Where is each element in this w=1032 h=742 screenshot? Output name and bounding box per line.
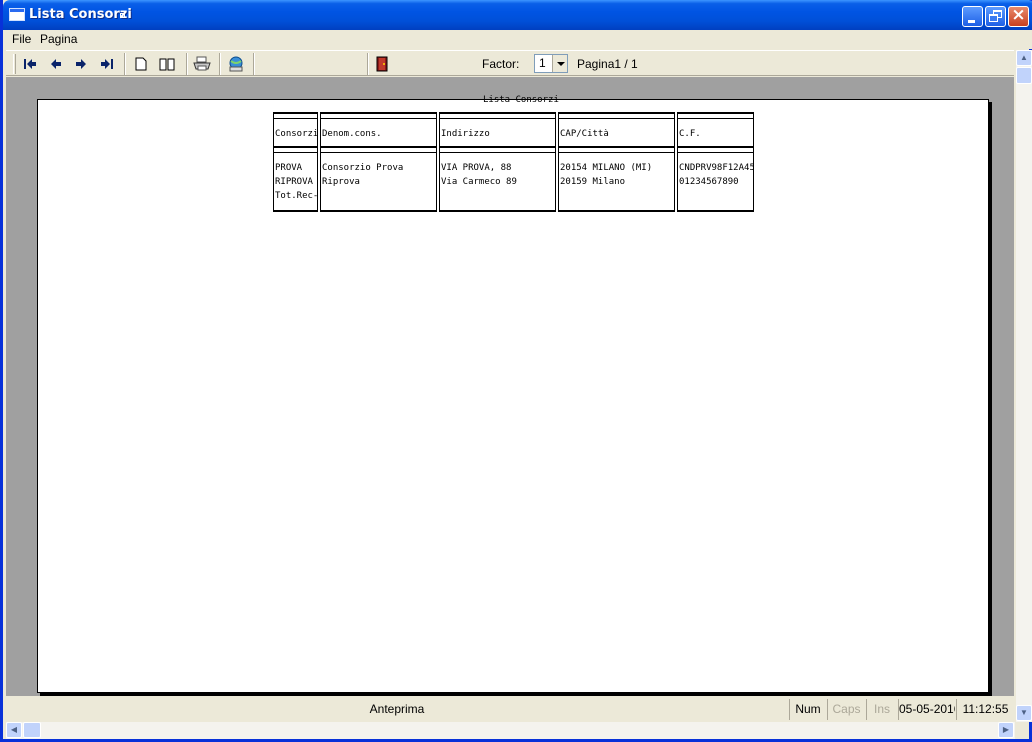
table-cell: CNDPRV98F12A456X	[679, 163, 754, 173]
status-time: 11:12:55	[956, 699, 1014, 720]
scroll-up-button[interactable]: ▲	[1016, 50, 1032, 66]
printer-icon	[193, 56, 211, 71]
minimize-icon	[968, 20, 975, 23]
table-cell: 20154 MILANO (MI)	[560, 163, 653, 173]
restore-button[interactable]	[985, 6, 1006, 27]
scroll-left-button[interactable]: ◀	[6, 722, 22, 738]
previous-page-button[interactable]	[45, 54, 67, 74]
globe-export-icon	[229, 56, 243, 72]
status-ins: Ins	[866, 699, 897, 720]
menu-pagina[interactable]: Pagina	[40, 32, 77, 46]
toolbar-separator	[219, 53, 221, 75]
toolbar-separator	[186, 53, 188, 75]
table-cell: 01234567890	[679, 177, 739, 187]
menu-file[interactable]: File	[12, 32, 31, 46]
scroll-right-button[interactable]: ▶	[998, 722, 1014, 738]
title-marker-icon	[120, 13, 125, 18]
close-icon: ×	[1011, 5, 1026, 25]
application-window: Lista Consorzi × File Pagina Factor: 1 P…	[0, 0, 1032, 742]
table-cell: Riprova	[322, 177, 360, 187]
status-mode: Anteprima	[369, 702, 425, 716]
page-indicator: Pagina1 / 1	[577, 57, 638, 71]
export-button[interactable]	[225, 54, 247, 74]
vertical-scrollbar[interactable]: ▲ ▼	[1015, 50, 1032, 722]
toolbar-separator	[367, 53, 369, 75]
menu-bar: File Pagina	[6, 30, 1032, 49]
preview-area[interactable]: Lista Consorzi Consorzio PROVA RIPROVA T…	[6, 77, 1014, 696]
report-column: CAP/Città 20154 MILANO (MI) 20159 Milano	[558, 112, 675, 212]
close-button[interactable]: ×	[1008, 5, 1029, 27]
report-column: Denom.cons. Consorzio Prova Riprova	[320, 112, 437, 212]
last-page-button[interactable]	[96, 54, 118, 74]
report-column: Indirizzo VIA PROVA, 88 Via Carmeco 89	[439, 112, 556, 212]
two-pages-button[interactable]	[156, 54, 178, 74]
report-title: Lista Consorzi	[483, 95, 559, 105]
horizontal-scroll-thumb[interactable]	[23, 722, 41, 738]
table-cell: Consorzio Prova	[322, 163, 404, 173]
table-cell: Tot.Rec- 2	[275, 191, 318, 201]
column-header: CAP/Città	[560, 129, 609, 139]
first-page-icon	[24, 59, 36, 69]
column-header: Denom.cons.	[322, 129, 382, 139]
status-num: Num	[789, 699, 826, 720]
toolbar-grip[interactable]	[13, 54, 16, 74]
chevron-down-icon[interactable]	[552, 55, 567, 72]
exit-door-icon	[376, 56, 388, 72]
horizontal-scrollbar[interactable]: ◀ ▶	[6, 722, 1015, 739]
factor-select[interactable]: 1	[534, 54, 568, 73]
print-button[interactable]	[191, 54, 213, 74]
exit-button[interactable]	[371, 54, 393, 74]
page-icon	[135, 57, 147, 71]
scroll-thumb[interactable]	[1016, 67, 1032, 84]
status-caps: Caps	[827, 699, 865, 720]
toolbar: Factor: 1 Pagina1 / 1	[6, 50, 1014, 76]
status-bar: Anteprima Num Caps Ins 05-05-2016 11:12:…	[6, 697, 1014, 721]
column-header: C.F.	[679, 129, 701, 139]
arrow-right-icon	[76, 59, 86, 69]
scroll-down-button[interactable]: ▼	[1016, 705, 1032, 721]
title-bar[interactable]: Lista Consorzi ×	[3, 0, 1032, 30]
table-cell: RIPROVA	[275, 177, 313, 187]
single-page-button[interactable]	[130, 54, 152, 74]
last-page-icon	[101, 59, 113, 69]
factor-label: Factor:	[482, 57, 520, 71]
table-cell: 20159 Milano	[560, 177, 626, 187]
report-column: C.F. CNDPRV98F12A456X 01234567890	[677, 112, 754, 212]
first-page-button[interactable]	[19, 54, 41, 74]
table-cell: PROVA	[275, 163, 303, 173]
window-icon	[10, 9, 24, 20]
table-cell: Via Carmeco 89	[441, 177, 517, 187]
next-page-button[interactable]	[70, 54, 92, 74]
arrow-left-icon	[51, 59, 61, 69]
toolbar-separator	[124, 53, 126, 75]
report-column: Consorzio PROVA RIPROVA Tot.Rec- 2	[273, 112, 318, 212]
open-book-icon	[159, 58, 175, 70]
restore-icon-front	[989, 14, 998, 22]
toolbar-separator	[253, 53, 255, 75]
table-cell: VIA PROVA, 88	[441, 163, 512, 173]
column-header: Consorzio	[275, 129, 318, 139]
report-page: Lista Consorzi Consorzio PROVA RIPROVA T…	[37, 95, 989, 693]
factor-value: 1	[539, 56, 546, 70]
minimize-button[interactable]	[962, 6, 983, 27]
column-header: Indirizzo	[441, 129, 490, 139]
status-date: 05-05-2016	[898, 699, 955, 720]
window-title: Lista Consorzi	[29, 7, 132, 22]
